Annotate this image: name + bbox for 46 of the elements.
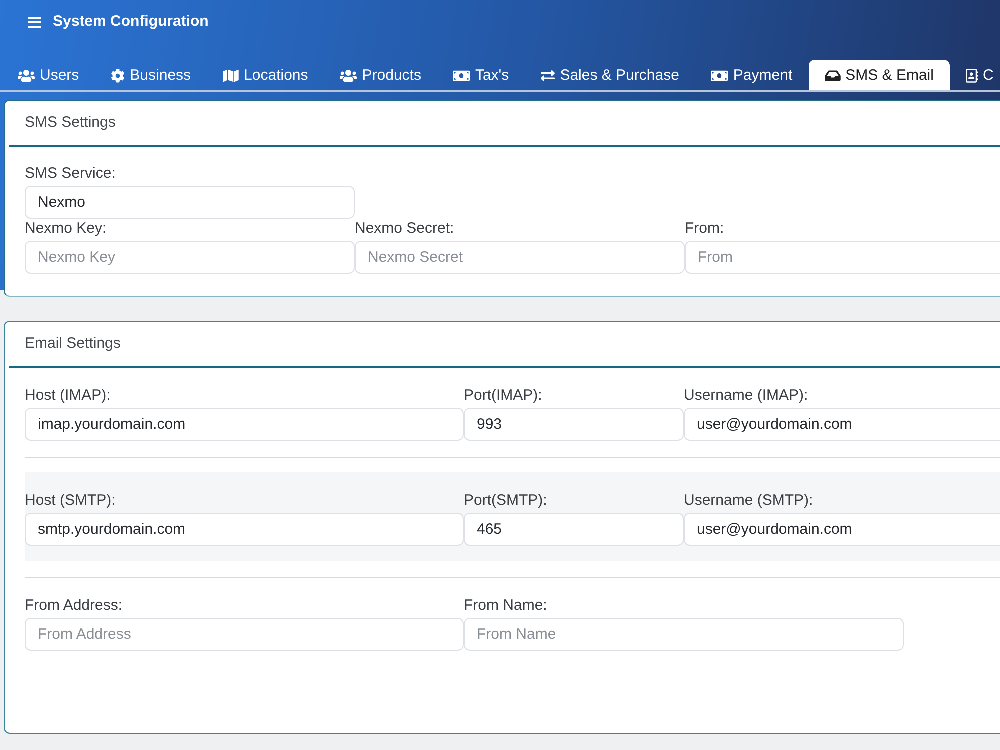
text-field[interactable]: Nexmo Key [25, 241, 355, 274]
text-field[interactable]: imap.yourdomain.com [25, 408, 464, 441]
tab[interactable]: Tax's [437, 60, 526, 90]
text-field[interactable]: From Address [25, 618, 464, 651]
text-field[interactable]: Nexmo [25, 186, 355, 219]
contact-book-icon [966, 69, 978, 83]
field-label: Username (IMAP): [684, 386, 808, 406]
text-field[interactable]: user@yourdomain.com [684, 513, 1000, 546]
text-field[interactable]: 993 [464, 408, 684, 441]
panel-title: SMS Settings [25, 112, 116, 133]
tab[interactable]: Business [95, 60, 208, 90]
tab[interactable]: Users [2, 60, 96, 90]
tab[interactable]: Sales & Purchase [525, 60, 696, 90]
tab[interactable]: Locations [207, 60, 324, 90]
field-label: Nexmo Key: [25, 219, 107, 239]
map-icon [223, 69, 240, 83]
users-icon [18, 69, 35, 83]
panel-title: Email Settings [25, 334, 121, 354]
field-label: Port(IMAP): [464, 386, 542, 406]
field-label: Host (IMAP): [25, 386, 111, 406]
field-label: From Name: [464, 596, 548, 616]
banknote-icon [711, 69, 728, 83]
users-icon [340, 69, 358, 83]
field-label: From Address: [25, 596, 123, 616]
text-field[interactable]: smtp.yourdomain.com [25, 513, 464, 546]
field-label: SMS Service: [25, 164, 116, 184]
field-label: Username (SMTP): [684, 491, 814, 511]
field-label: Host (SMTP): [25, 491, 116, 511]
arrows-icon [541, 69, 556, 83]
tab[interactable]: SMS & Email [808, 60, 950, 90]
text-field[interactable]: Nexmo Secret [355, 241, 685, 274]
field-label: From: [685, 219, 724, 239]
inbox-icon [824, 69, 841, 83]
text-field[interactable]: From [685, 241, 1000, 274]
text-field[interactable]: user@yourdomain.com [684, 408, 1000, 441]
text-field[interactable]: From Name [464, 618, 904, 651]
tab[interactable]: Products [324, 60, 438, 90]
tab[interactable]: C [950, 60, 994, 90]
banknote-icon [453, 69, 470, 83]
field-label: Port(SMTP): [464, 491, 548, 511]
gear-icon [111, 69, 126, 83]
page-title: System Configuration [53, 12, 209, 32]
field-label: Nexmo Secret: [355, 219, 454, 239]
text-field[interactable]: 465 [464, 513, 684, 546]
tab[interactable]: Payment [695, 60, 809, 90]
menu-icon[interactable] [28, 16, 41, 28]
